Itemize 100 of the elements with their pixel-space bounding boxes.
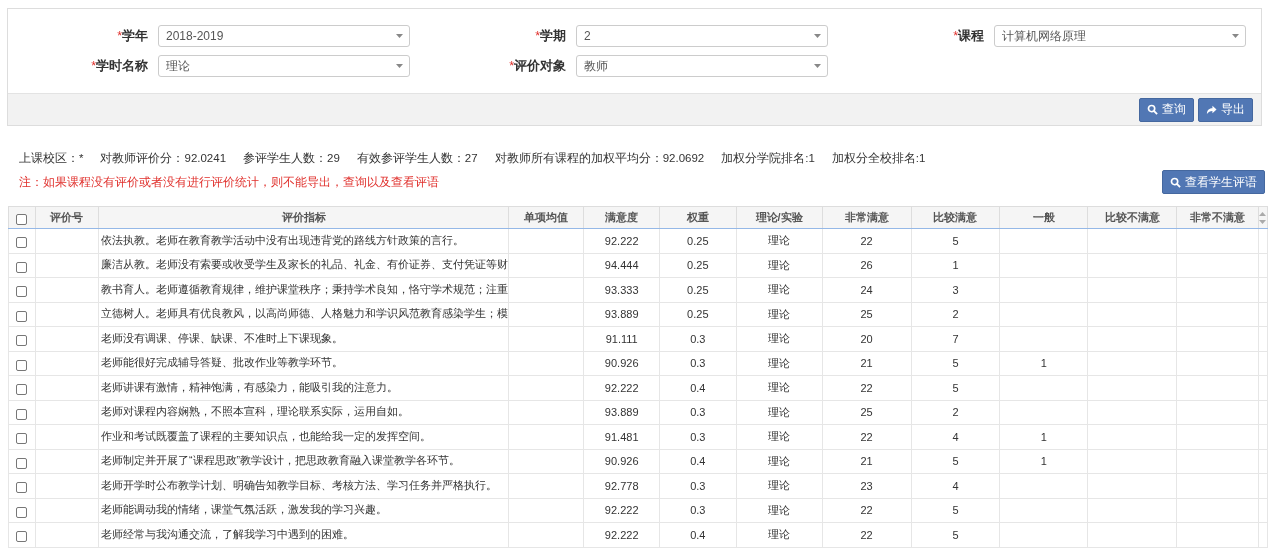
table-cell: 93.889 bbox=[604, 308, 639, 321]
table-cell: 22 bbox=[860, 528, 873, 541]
table-cell: 老师讲课有激情，精神饱满，有感染力，能吸引我的注意力。 bbox=[101, 380, 399, 393]
table-cell: 4 bbox=[952, 479, 959, 492]
row-checkbox[interactable] bbox=[16, 433, 28, 445]
caret-icon bbox=[396, 64, 403, 68]
export-button[interactable]: 导出 bbox=[1198, 97, 1253, 122]
table-cell: 22 bbox=[860, 381, 873, 394]
row-checkbox[interactable] bbox=[16, 335, 28, 347]
dropdown-field[interactable]: 计算机网络原理 bbox=[994, 25, 1246, 47]
stat-text: 加权分学院排名:1 bbox=[721, 151, 815, 166]
table-cell: 22 bbox=[860, 430, 873, 443]
table-cell: 23 bbox=[860, 479, 873, 492]
dropdown-field[interactable]: 教师 bbox=[576, 55, 828, 77]
row-checkbox[interactable] bbox=[16, 310, 28, 322]
table-cell: 老师能很好完成辅导答疑、批改作业等教学环节。 bbox=[101, 356, 344, 369]
field-label: *课程 bbox=[952, 27, 984, 45]
column-header[interactable]: 评价号 bbox=[35, 206, 99, 229]
table-cell: 0.25 bbox=[687, 308, 709, 321]
table-cell: 90.926 bbox=[604, 357, 639, 370]
table-cell: 0.3 bbox=[690, 430, 706, 443]
row-checkbox[interactable] bbox=[16, 286, 28, 298]
row-checkbox[interactable] bbox=[16, 531, 28, 543]
table-cell: 4 bbox=[952, 430, 959, 443]
table-cell: 理论 bbox=[768, 283, 791, 296]
row-checkbox[interactable] bbox=[16, 408, 28, 420]
search-button[interactable]: 查询 bbox=[1139, 97, 1194, 122]
stat-text: 对教师评价分：92.0241 bbox=[100, 151, 227, 166]
column-header[interactable]: 评价指标 bbox=[98, 206, 509, 229]
table-cell: 老师开学时公布教学计划、明确告知教学目标、考核方法、学习任务并严格执行。 bbox=[101, 478, 498, 491]
column-header[interactable]: 理论/实验 bbox=[736, 206, 823, 229]
table-cell: 理论 bbox=[768, 528, 791, 541]
table-cell: 92.222 bbox=[604, 381, 639, 394]
table-cell: 老师没有调课、停课、缺课、不准时上下课现象。 bbox=[101, 331, 344, 344]
column-header[interactable]: 权重 bbox=[659, 206, 737, 229]
table-cell: 90.926 bbox=[604, 455, 639, 468]
table-cell: 理论 bbox=[768, 356, 791, 369]
table-cell: 1 bbox=[1040, 357, 1047, 370]
table-cell: 依法执教。老师在教育教学活动中没有出现违背党的路线方针政策的言行。 bbox=[101, 233, 465, 246]
search-icon bbox=[1170, 176, 1181, 188]
table-cell: 25 bbox=[860, 308, 873, 321]
row-checkbox[interactable] bbox=[16, 482, 28, 494]
row-checkbox[interactable] bbox=[16, 237, 28, 249]
column-header[interactable]: 非常满意 bbox=[822, 206, 912, 229]
table-cell: 92.222 bbox=[604, 234, 639, 247]
table-cell: 92.778 bbox=[604, 479, 639, 492]
column-header[interactable]: 比较不满意 bbox=[1087, 206, 1177, 229]
table-cell: 0.3 bbox=[690, 357, 706, 370]
dropdown-field[interactable]: 2018-2019 bbox=[158, 25, 410, 47]
table-cell: 26 bbox=[860, 259, 873, 272]
stat-text: 上课校区：* bbox=[19, 151, 84, 166]
column-header[interactable]: 满意度 bbox=[583, 206, 660, 229]
table-cell: 理论 bbox=[768, 454, 791, 467]
row-checkbox[interactable] bbox=[16, 359, 28, 371]
table-cell: 理论 bbox=[768, 234, 791, 247]
table-cell: 93.333 bbox=[604, 283, 639, 296]
table-cell: 0.4 bbox=[690, 455, 706, 468]
table-cell: 92.222 bbox=[604, 528, 639, 541]
table-cell: 1 bbox=[952, 259, 959, 272]
column-header[interactable]: 非常不满意 bbox=[1176, 206, 1259, 229]
table-cell: 教书育人。老师遵循教育规律，维护课堂秩序；秉持学术良知，恪守学术规范；注重 bbox=[101, 282, 508, 295]
table-cell: 0.4 bbox=[690, 528, 706, 541]
table-cell: 5 bbox=[952, 381, 959, 394]
table-cell: 2 bbox=[952, 308, 959, 321]
search-icon bbox=[1147, 104, 1158, 115]
dropdown-field[interactable]: 2 bbox=[576, 25, 828, 47]
select-all-checkbox[interactable] bbox=[16, 214, 28, 225]
table-cell: 理论 bbox=[768, 503, 791, 516]
caret-icon bbox=[814, 64, 821, 68]
table-cell: 理论 bbox=[768, 332, 791, 345]
table-cell: 廉洁从教。老师没有索要或收受学生及家长的礼品、礼金、有价证券、支付凭证等财 bbox=[101, 258, 508, 271]
table-cell: 0.3 bbox=[690, 504, 706, 517]
table-cell: 理论 bbox=[768, 307, 791, 320]
table-cell: 91.481 bbox=[604, 430, 639, 443]
table-cell: 老师能调动我的情绪，课堂气氛活跃，激发我的学习兴趣。 bbox=[101, 503, 388, 516]
table-cell: 0.3 bbox=[690, 406, 706, 419]
table-cell: 0.3 bbox=[690, 479, 706, 492]
caret-icon bbox=[396, 34, 403, 38]
caret-icon bbox=[814, 34, 821, 38]
table-cell: 理论 bbox=[768, 430, 791, 443]
row-checkbox[interactable] bbox=[16, 384, 28, 396]
dropdown-field[interactable]: 理论 bbox=[158, 55, 410, 77]
stat-text: 有效参评学生人数：27 bbox=[356, 151, 478, 166]
table-cell: 93.889 bbox=[604, 406, 639, 419]
table-cell: 0.25 bbox=[687, 283, 709, 296]
column-header[interactable]: 一般 bbox=[999, 206, 1088, 229]
table-cell: 1 bbox=[1040, 430, 1047, 443]
view-comments-button[interactable]: 查看学生评语 bbox=[1162, 170, 1265, 194]
table-cell: 24 bbox=[860, 283, 873, 296]
table-cell: 理论 bbox=[768, 381, 791, 394]
table-cell: 91.111 bbox=[605, 332, 638, 345]
column-header[interactable]: 单项均值 bbox=[508, 206, 584, 229]
column-header[interactable]: 比较满意 bbox=[911, 206, 1000, 229]
row-checkbox[interactable] bbox=[16, 506, 28, 518]
table-cell: 21 bbox=[860, 357, 873, 370]
table-cell: 5 bbox=[952, 528, 959, 541]
table-cell: 25 bbox=[860, 406, 873, 419]
row-checkbox[interactable] bbox=[16, 457, 28, 469]
row-checkbox[interactable] bbox=[16, 261, 28, 273]
stat-text: 对教师所有课程的加权平均分：92.0692 bbox=[494, 151, 705, 166]
